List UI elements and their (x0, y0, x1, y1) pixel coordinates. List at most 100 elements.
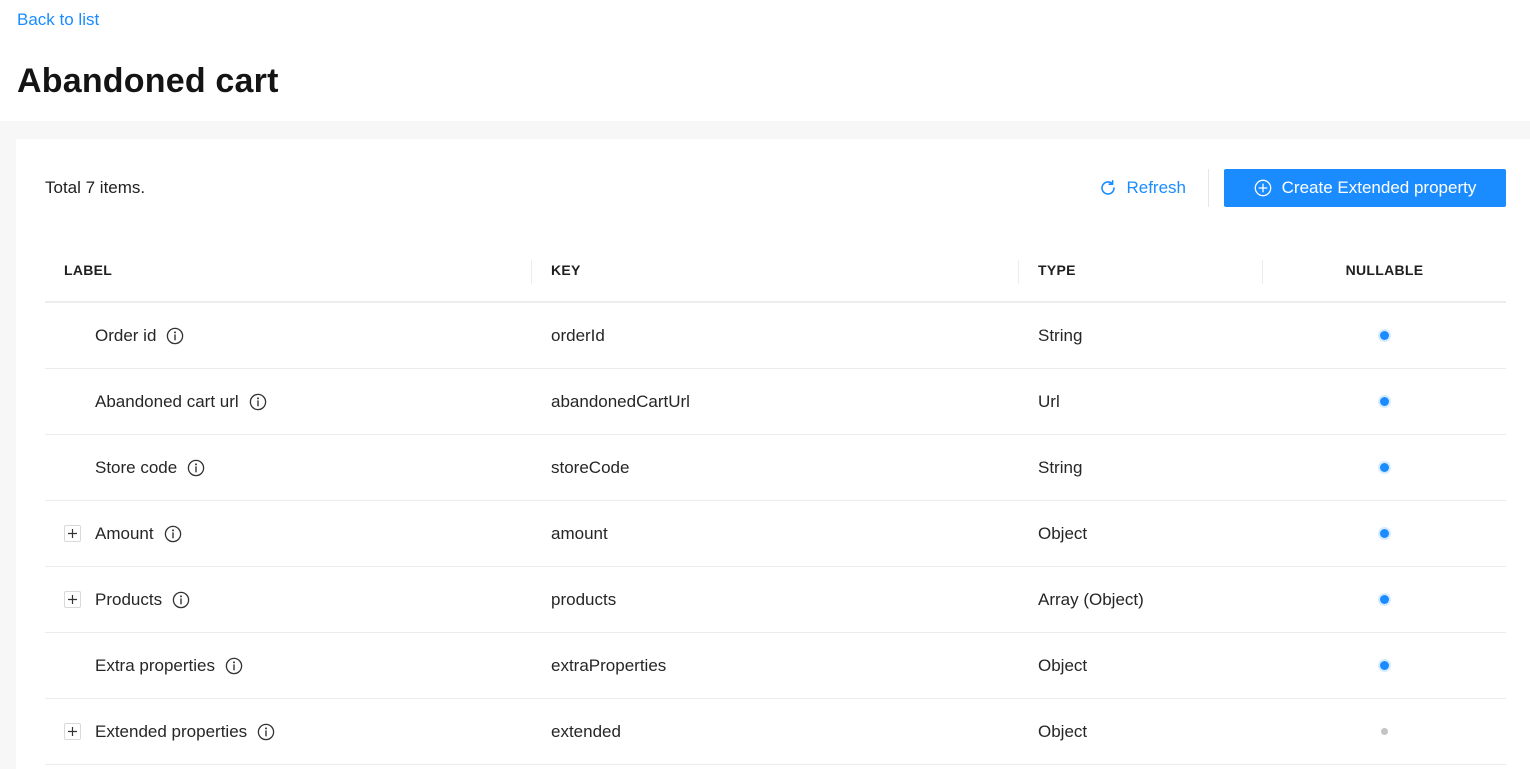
property-type: Object (1038, 655, 1088, 675)
expand-row-button[interactable] (64, 723, 81, 740)
page-title: Abandoned cart (17, 62, 279, 100)
nullable-cell (1263, 369, 1506, 434)
nullable-cell (1263, 699, 1506, 764)
table-header: LABEL KEY TYPE NULLABLE (45, 239, 1506, 303)
label-cell: Products (45, 567, 532, 632)
plus-icon (67, 726, 78, 737)
info-icon[interactable] (249, 393, 267, 411)
nullable-true-indicator (1380, 661, 1389, 670)
expand-row-button[interactable] (64, 525, 81, 542)
property-key: extraProperties (551, 655, 667, 675)
total-items-text: Total 7 items. (45, 178, 146, 197)
refresh-label: Refresh (1126, 178, 1186, 197)
nullable-true-indicator (1380, 529, 1389, 538)
table-row[interactable]: Abandoned cart url abandonedCartUrl Url (45, 369, 1506, 435)
nullable-false-indicator (1381, 728, 1388, 735)
column-header-nullable[interactable]: NULLABLE (1263, 238, 1506, 302)
page-header: Back to list Abandoned cart (0, 0, 1530, 121)
info-icon[interactable] (187, 459, 205, 477)
property-label: Amount (95, 523, 154, 543)
nullable-true-indicator (1380, 397, 1389, 406)
column-header-type[interactable]: TYPE (1019, 238, 1263, 302)
table-row[interactable]: Store code storeCode String (45, 435, 1506, 501)
type-cell: Array (Object) (1019, 567, 1263, 632)
table-toolbar: Total 7 items. Refresh Create Extended p… (45, 169, 1506, 207)
table-row[interactable]: Extra properties extraProperties Object (45, 633, 1506, 699)
property-key: extended (551, 721, 621, 741)
content-area: Total 7 items. Refresh Create Extended p… (0, 121, 1530, 769)
plus-icon (67, 594, 78, 605)
key-cell: amount (532, 501, 1019, 566)
plus-icon (67, 528, 78, 539)
key-cell: extraProperties (532, 633, 1019, 698)
label-cell: Abandoned cart url (45, 369, 532, 434)
nullable-true-indicator (1380, 595, 1389, 604)
property-type: Object (1038, 721, 1088, 741)
table-row[interactable]: Extended properties extended Object (45, 699, 1506, 765)
table-body: Order id orderId String Abandoned cart u… (45, 303, 1506, 765)
type-cell: String (1019, 435, 1263, 500)
properties-card: Total 7 items. Refresh Create Extended p… (16, 139, 1530, 769)
property-label: Store code (95, 457, 178, 477)
column-header-nullable-text: NULLABLE (1345, 262, 1424, 278)
create-extended-property-button[interactable]: Create Extended property (1224, 169, 1506, 207)
type-cell: Object (1019, 633, 1263, 698)
property-key: amount (551, 523, 608, 543)
nullable-cell (1263, 435, 1506, 500)
nullable-cell (1263, 567, 1506, 632)
label-cell: Extended properties (45, 699, 532, 764)
info-icon[interactable] (172, 591, 190, 609)
property-key: storeCode (551, 457, 630, 477)
back-to-list-link[interactable]: Back to list (17, 10, 99, 30)
property-label: Products (95, 589, 163, 609)
property-type: Array (Object) (1038, 589, 1144, 609)
column-header-key-text: KEY (551, 262, 581, 278)
properties-table: LABEL KEY TYPE NULLABLE Order id orderId… (45, 239, 1506, 765)
nullable-cell (1263, 501, 1506, 566)
column-header-label[interactable]: LABEL (45, 238, 532, 302)
table-row[interactable]: Amount amount Object (45, 501, 1506, 567)
type-cell: Url (1019, 369, 1263, 434)
info-icon[interactable] (164, 525, 182, 543)
type-cell: String (1019, 303, 1263, 368)
info-icon[interactable] (225, 657, 243, 675)
table-row[interactable]: Products products Array (Object) (45, 567, 1506, 633)
property-label: Order id (95, 325, 157, 345)
nullable-true-indicator (1380, 331, 1389, 340)
refresh-icon (1099, 179, 1117, 197)
column-header-label-text: LABEL (64, 262, 113, 278)
property-label: Extra properties (95, 655, 215, 675)
property-type: Url (1038, 391, 1060, 411)
label-cell: Store code (45, 435, 532, 500)
property-type: Object (1038, 523, 1088, 543)
column-header-key[interactable]: KEY (532, 238, 1019, 302)
nullable-cell (1263, 303, 1506, 368)
label-cell: Order id (45, 303, 532, 368)
plus-circle-icon (1254, 179, 1272, 197)
info-icon[interactable] (257, 723, 275, 741)
nullable-cell (1263, 633, 1506, 698)
table-row[interactable]: Order id orderId String (45, 303, 1506, 369)
property-key: orderId (551, 325, 605, 345)
property-key: products (551, 589, 617, 609)
type-cell: Object (1019, 501, 1263, 566)
create-extended-property-label: Create Extended property (1281, 178, 1477, 197)
key-cell: storeCode (532, 435, 1019, 500)
refresh-button[interactable]: Refresh (1099, 169, 1186, 207)
label-cell: Amount (45, 501, 532, 566)
property-label: Abandoned cart url (95, 391, 239, 411)
key-cell: abandonedCartUrl (532, 369, 1019, 434)
type-cell: Object (1019, 699, 1263, 764)
key-cell: extended (532, 699, 1019, 764)
label-cell: Extra properties (45, 633, 532, 698)
property-label: Extended properties (95, 721, 248, 741)
property-type: String (1038, 457, 1083, 477)
column-header-type-text: TYPE (1038, 262, 1076, 278)
info-icon[interactable] (166, 327, 184, 345)
property-type: String (1038, 325, 1083, 345)
nullable-true-indicator (1380, 463, 1389, 472)
property-key: abandonedCartUrl (551, 391, 690, 411)
expand-row-button[interactable] (64, 591, 81, 608)
key-cell: products (532, 567, 1019, 632)
toolbar-divider (1208, 169, 1209, 207)
